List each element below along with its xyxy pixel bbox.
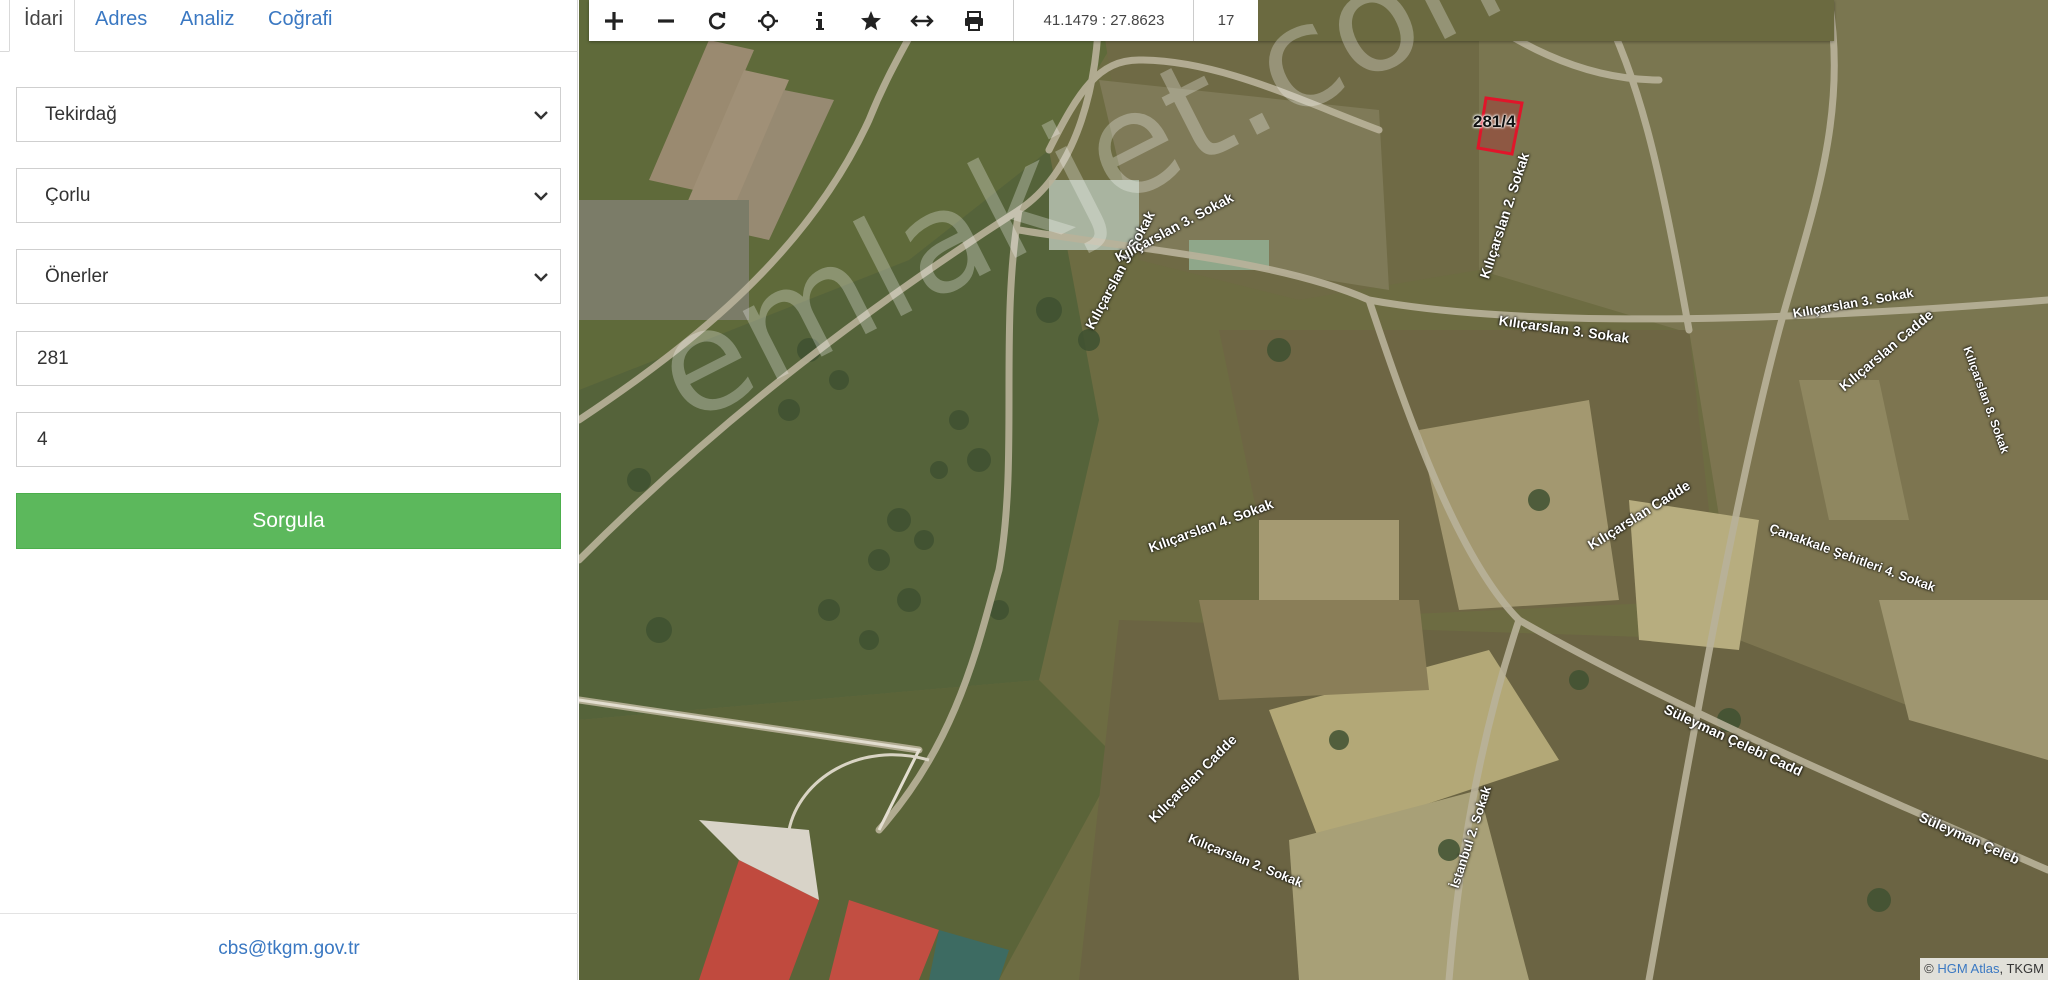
parcel-number-input[interactable]: 4 [16,412,561,467]
chevron-down-icon [534,111,548,120]
measure-button[interactable] [897,0,947,41]
parcel-label[interactable]: 281/4 [1473,112,1516,132]
district-select-value: Çorlu [45,185,91,206]
zoom-out-button[interactable] [641,0,691,41]
copyright-symbol: © [1924,961,1934,976]
favorite-button[interactable] [846,0,896,41]
refresh-button[interactable] [692,0,742,41]
attribution-suffix: , TKGM [1999,961,2044,976]
info-icon [816,11,824,30]
tab-adres[interactable]: Adres [95,0,147,52]
zoom-in-button[interactable] [589,0,639,41]
parcel-number-value: 4 [37,429,48,450]
map-attribution: © HGM Atlas, TKGM [1920,958,2048,980]
neighborhood-select[interactable]: Önerler [16,249,561,304]
zoom-in-icon [605,11,623,30]
locate-icon [758,10,778,31]
star-icon [861,10,881,30]
chevron-down-icon [534,192,548,201]
satellite-imagery [579,0,2048,980]
map-view[interactable]: 41.1479 : 27.8623 17 Kılıçarslan 3. Soka… [579,0,2048,980]
tab-bar: İdari Adres Analiz Coğrafi [0,0,578,52]
measure-icon [910,14,934,27]
refresh-icon [708,11,726,29]
locate-button[interactable] [743,0,793,41]
info-button[interactable] [795,0,845,41]
block-number-input[interactable]: 281 [16,331,561,386]
chevron-down-icon [534,273,548,282]
print-button[interactable] [949,0,999,41]
print-icon [965,10,983,31]
block-number-value: 281 [37,348,69,369]
attribution-link[interactable]: HGM Atlas [1937,961,1999,976]
province-select-value: Tekirdağ [45,104,117,125]
query-button[interactable]: Sorgula [16,493,561,549]
tab-analiz[interactable]: Analiz [180,0,234,52]
zoom-out-icon [658,18,674,23]
tab-cografi[interactable]: Coğrafi [268,0,332,52]
query-panel: İdari Adres Analiz Coğrafi Tekirdağ Çorl… [0,0,578,980]
district-select[interactable]: Çorlu [16,168,561,223]
contact-email-link[interactable]: cbs@tkgm.gov.tr [218,938,359,959]
neighborhood-select-value: Önerler [45,266,109,287]
tab-idari[interactable]: İdari [9,0,75,52]
footer: cbs@tkgm.gov.tr [0,913,578,980]
province-select[interactable]: Tekirdağ [16,87,561,142]
